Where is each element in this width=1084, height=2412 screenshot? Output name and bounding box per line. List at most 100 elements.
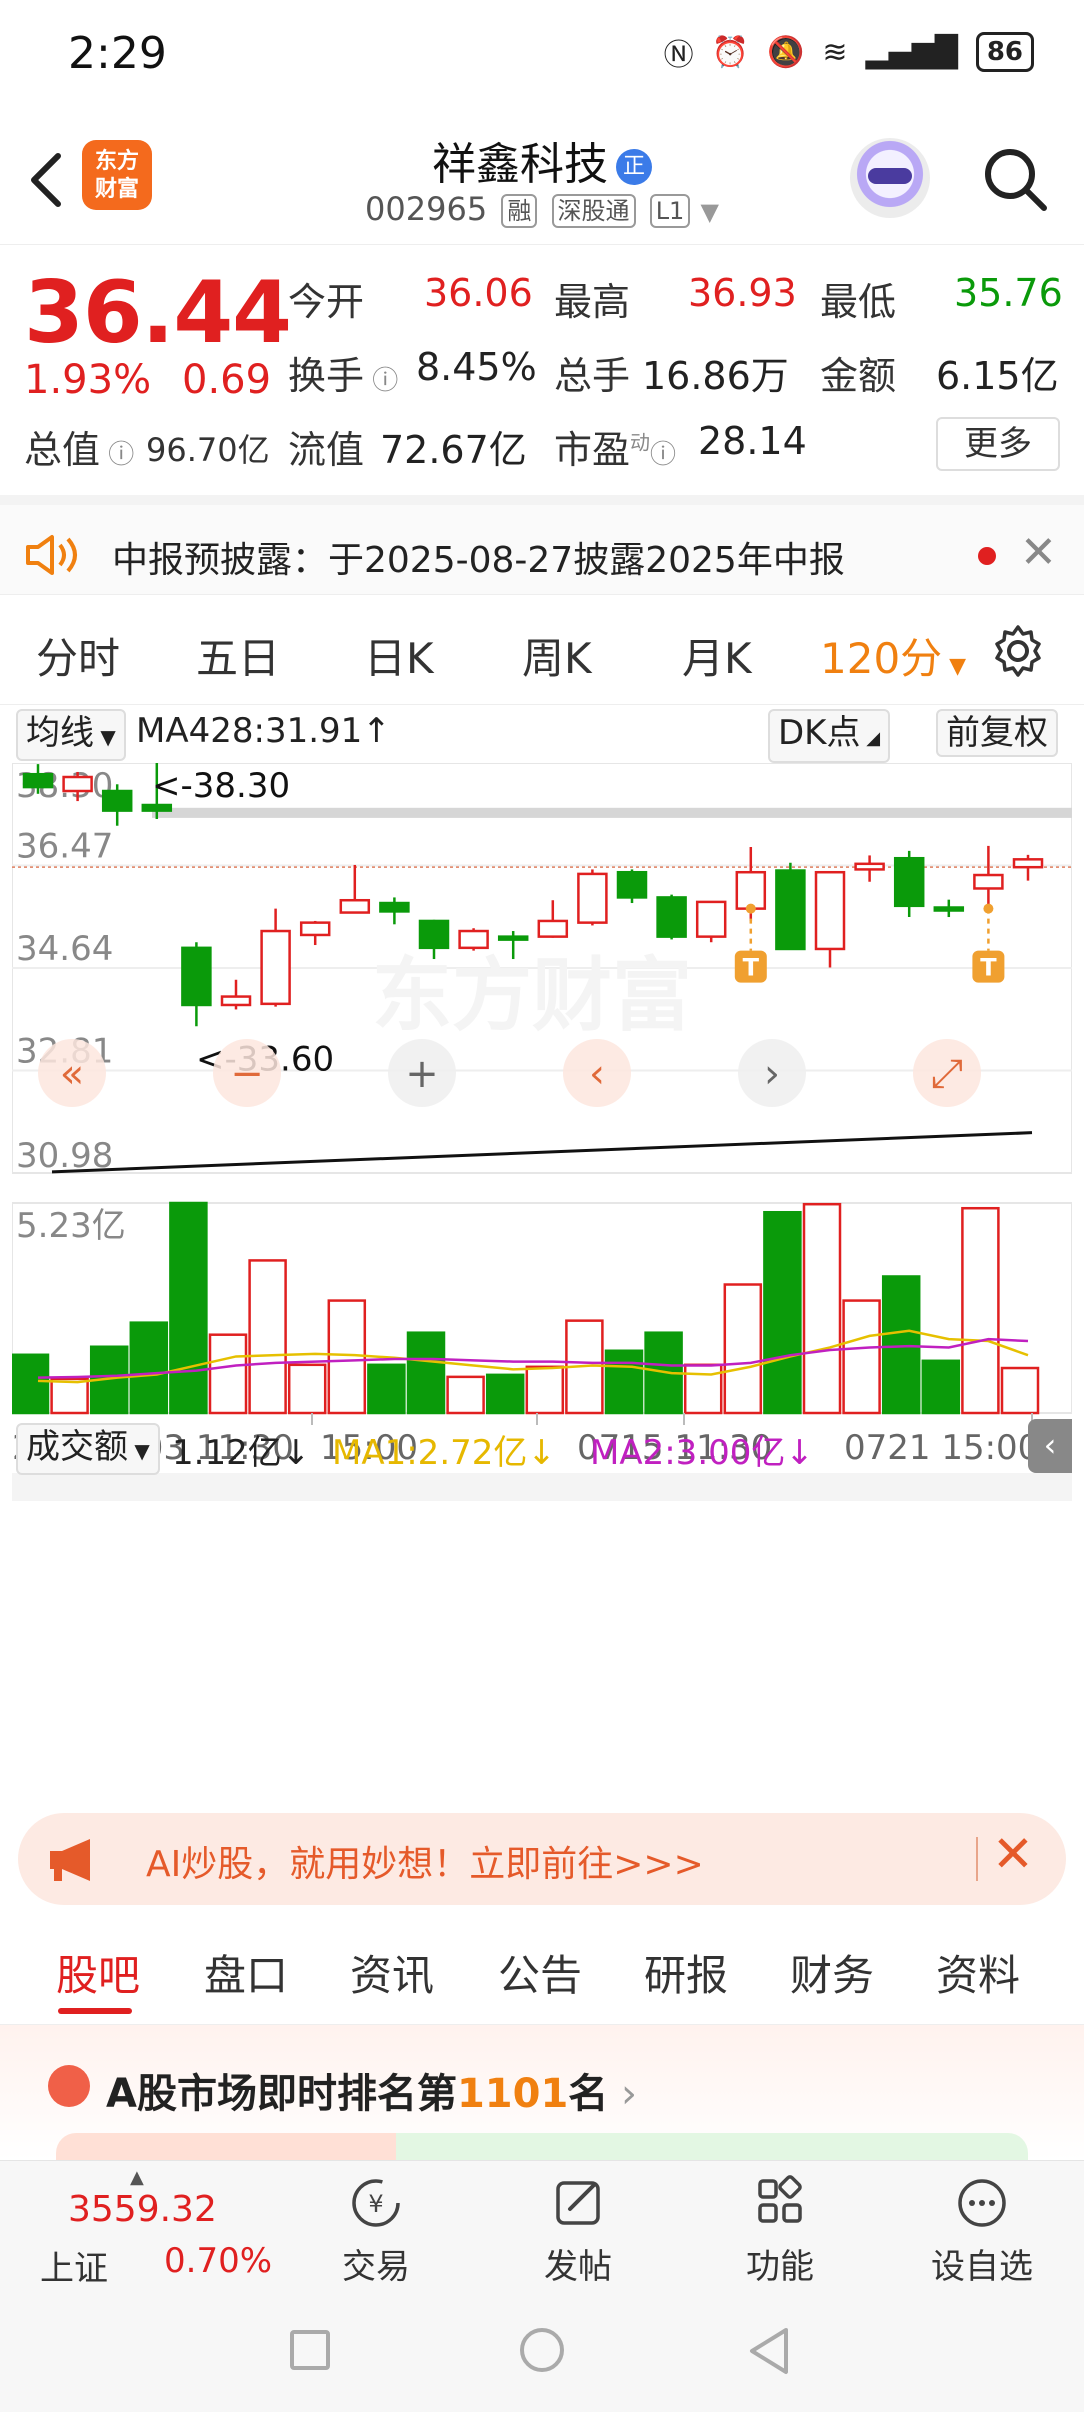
x-tick-label: 0721 15:00 xyxy=(844,1428,1039,1468)
tab-5day[interactable]: 五日 xyxy=(196,625,280,686)
low-value: 35.76 xyxy=(954,271,1063,315)
tab-pankou[interactable]: 盘口 xyxy=(204,1942,288,2003)
ma-select[interactable]: 均线 ▼ xyxy=(16,709,126,761)
trade-icon: ¥ xyxy=(352,2179,400,2227)
trade-button[interactable]: ¥ 交易 xyxy=(316,2175,436,2288)
expand-up-icon[interactable]: ▲ xyxy=(130,2167,144,2188)
open-value: 36.06 xyxy=(424,271,533,315)
status-time: 2:29 xyxy=(68,28,167,79)
candle-body xyxy=(418,919,450,950)
index-value[interactable]: 3559.32 xyxy=(68,2189,217,2230)
nfc-icon: Ⓝ xyxy=(663,38,694,73)
tab-announcements[interactable]: 公告 xyxy=(498,1942,582,2003)
gear-icon[interactable] xyxy=(990,623,1046,679)
tab-monthly[interactable]: 月K xyxy=(682,625,752,686)
tab-intraday[interactable]: 分时 xyxy=(36,625,120,686)
recents-icon[interactable] xyxy=(290,2330,330,2370)
vol-ma1: MA1:2.72亿↓ xyxy=(332,1433,556,1473)
volume-bar xyxy=(129,1321,169,1415)
tab-financials[interactable]: 财务 xyxy=(790,1942,874,2003)
change-percent: 1.93% xyxy=(24,357,152,403)
pe-value: 28.14 xyxy=(698,419,807,463)
close-icon[interactable]: ✕ xyxy=(1020,527,1057,578)
grid-icon xyxy=(758,2175,802,2223)
unread-dot xyxy=(978,547,996,565)
volume-bar xyxy=(525,1365,565,1415)
tab-profile[interactable]: 资料 xyxy=(936,1942,1020,2003)
wifi-icon: ≋ xyxy=(822,34,848,70)
functions-button[interactable]: 功能 xyxy=(720,2175,840,2288)
volume-bar xyxy=(961,1206,1000,1415)
tag-margin: 融 xyxy=(501,194,538,228)
verified-badge-icon: 正 xyxy=(616,149,652,185)
volume-bar xyxy=(921,1359,961,1415)
kline-chart[interactable]: 均线 ▼ MA428:31.91↑ DK点 ◢ 前复权 38.3036.4734… xyxy=(12,705,1072,1795)
mute-icon: 🔕 xyxy=(767,34,805,70)
market-rank[interactable]: A股市场即时排名第1101名 › xyxy=(0,2025,1084,2173)
volume-bar xyxy=(208,1333,248,1415)
back-nav-icon[interactable] xyxy=(746,2326,792,2376)
collapse-panel-icon[interactable]: ‹ xyxy=(1028,1419,1072,1473)
edit-icon xyxy=(556,2181,600,2225)
tab-research[interactable]: 研报 xyxy=(644,1942,728,2003)
candle-body xyxy=(339,898,371,914)
status-icons: Ⓝ ⏰ 🔕 ≋ ▂▄▆█ 86 xyxy=(664,30,1034,74)
candle-body xyxy=(893,856,925,908)
candle-body xyxy=(537,919,569,938)
candle-body xyxy=(101,789,133,812)
ai-banner[interactable]: AI炒股，就用妙想！立即前往>>> ✕ xyxy=(18,1813,1066,1905)
vol-ma2: MA2:3.00亿↓ xyxy=(590,1433,814,1473)
assistant-robot-icon[interactable] xyxy=(850,138,930,218)
tab-120min[interactable]: 120分 ▼ xyxy=(820,625,966,686)
volume-bar xyxy=(327,1299,367,1415)
volume-bar xyxy=(683,1363,723,1415)
index-name: 上证 xyxy=(40,2249,108,2289)
candle-body xyxy=(775,869,806,951)
float-value: 72.67亿 xyxy=(380,428,527,472)
amount-value: 6.15亿 xyxy=(936,354,1059,398)
volume-bar xyxy=(881,1275,921,1415)
high-marker-label: <-38.30 xyxy=(152,766,290,806)
adjust-select[interactable]: 前复权 xyxy=(936,709,1058,757)
tab-guba[interactable]: 股吧 xyxy=(56,1942,140,2003)
search-icon[interactable] xyxy=(980,144,1050,214)
open-label: 今开 xyxy=(288,280,365,324)
dk-point-toggle[interactable]: DK点 ◢ xyxy=(768,709,891,763)
more-button[interactable]: 更多 xyxy=(936,417,1060,471)
home-icon[interactable] xyxy=(520,2328,564,2372)
t-marker-text: T xyxy=(980,954,997,982)
add-watchlist-button[interactable]: 设自选 xyxy=(922,2175,1042,2288)
close-icon[interactable]: ✕ xyxy=(992,1825,1034,1883)
stock-code: 002965 xyxy=(365,190,488,228)
svg-text:¥: ¥ xyxy=(368,2190,383,2218)
volume-bar xyxy=(802,1202,842,1415)
float-label: 流值 xyxy=(288,428,365,472)
mktcap-value: 96.70亿 xyxy=(146,431,270,469)
volume-bar xyxy=(485,1373,525,1415)
watermark: 东方财富 xyxy=(372,949,692,1042)
t-marker-dot xyxy=(983,903,994,914)
notice-bar[interactable]: 中报预披露：于2025-08-27披露2025年中报 ✕ xyxy=(0,495,1084,595)
tab-news[interactable]: 资讯 xyxy=(350,1942,434,2003)
resistance-band xyxy=(152,807,1072,818)
tab-daily[interactable]: 日K xyxy=(364,625,434,686)
system-nav-bar xyxy=(0,2292,1084,2412)
candle-body xyxy=(933,906,965,912)
trend-line xyxy=(51,1131,1033,1174)
volume-select[interactable]: 成交额 ▼ xyxy=(16,1423,160,1475)
chevron-down-icon: ▼ xyxy=(700,198,719,226)
post-button[interactable]: 发帖 xyxy=(518,2175,638,2288)
tab-weekly[interactable]: 周K xyxy=(522,625,592,686)
volume-bar xyxy=(50,1377,89,1415)
megaphone-icon xyxy=(50,1839,90,1881)
t-marker-dot xyxy=(745,903,756,914)
tag-level: L1 xyxy=(649,194,691,228)
zoom-out-icon-glyph: − xyxy=(230,1051,264,1097)
volume-bar xyxy=(12,1353,50,1415)
t-marker-text: T xyxy=(743,954,760,982)
volume-axis-max: 5.23亿 xyxy=(16,1206,126,1246)
change-amount: 0.69 xyxy=(182,357,272,403)
more-dots-icon xyxy=(958,2179,1006,2227)
pan-left-icon-glyph: ‹ xyxy=(589,1051,605,1097)
volume-label: 总手 xyxy=(554,354,631,398)
